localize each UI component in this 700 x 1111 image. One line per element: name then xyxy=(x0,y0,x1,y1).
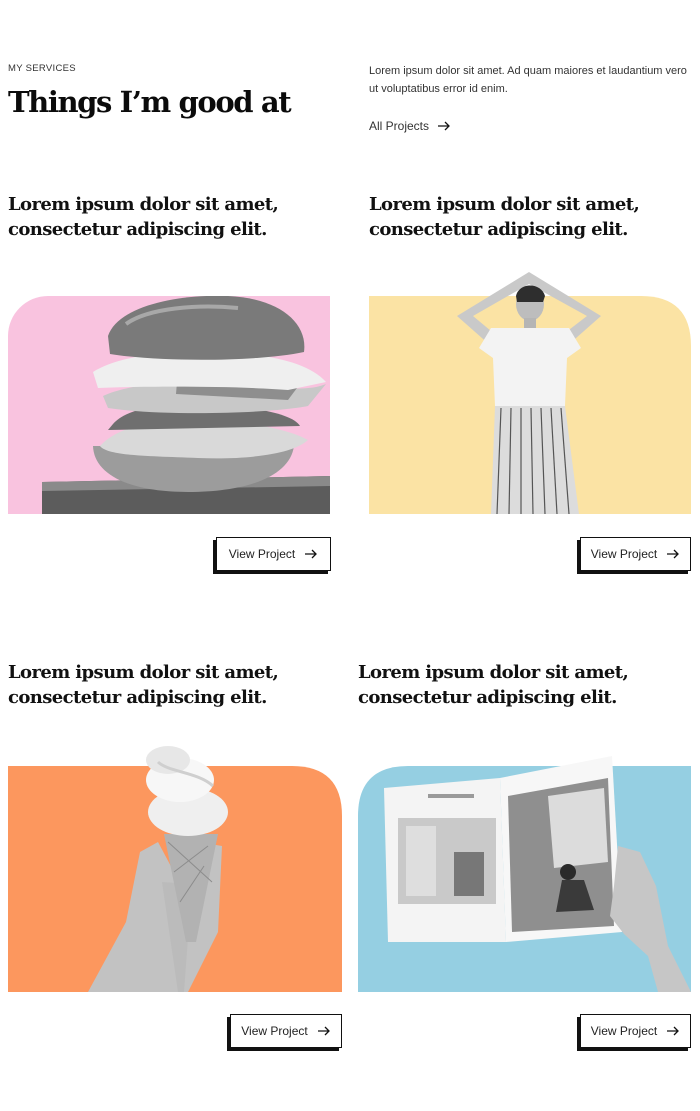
all-projects-label: All Projects xyxy=(369,119,430,133)
all-projects-link[interactable]: All Projects xyxy=(369,119,451,133)
card-title: Lorem ipsum dolor sit amet, consectetur … xyxy=(358,662,629,708)
card-title: Lorem ipsum dolor sit amet, consectetur … xyxy=(369,194,640,240)
woman-image xyxy=(369,266,691,514)
arrow-right-icon xyxy=(305,549,318,559)
arrow-right-icon xyxy=(667,1026,680,1036)
magazine-image xyxy=(358,756,691,992)
section-title: Things I’m good at xyxy=(8,85,292,119)
ice-cream-image xyxy=(8,742,342,992)
card-title: Lorem ipsum dolor sit amet, consectetur … xyxy=(8,662,279,708)
arrow-right-icon xyxy=(438,121,450,131)
burger-image xyxy=(8,296,330,514)
view-project-button[interactable]: View Project xyxy=(580,1014,691,1048)
view-project-button[interactable]: View Project xyxy=(580,537,691,571)
button-label: View Project xyxy=(228,547,296,561)
button-label: View Project xyxy=(241,1024,308,1038)
eyebrow-label: MY SERVICES xyxy=(8,63,76,74)
button-label: View Project xyxy=(590,1024,658,1038)
view-project-button[interactable]: View Project xyxy=(230,1014,342,1048)
intro-text: Lorem ipsum dolor sit amet. Ad quam maio… xyxy=(369,65,687,95)
arrow-right-icon xyxy=(317,1026,330,1036)
view-project-button[interactable]: View Project xyxy=(216,537,331,571)
arrow-right-icon xyxy=(667,549,680,559)
card-title: Lorem ipsum dolor sit amet, consectetur … xyxy=(8,194,279,240)
button-label: View Project xyxy=(590,547,658,561)
